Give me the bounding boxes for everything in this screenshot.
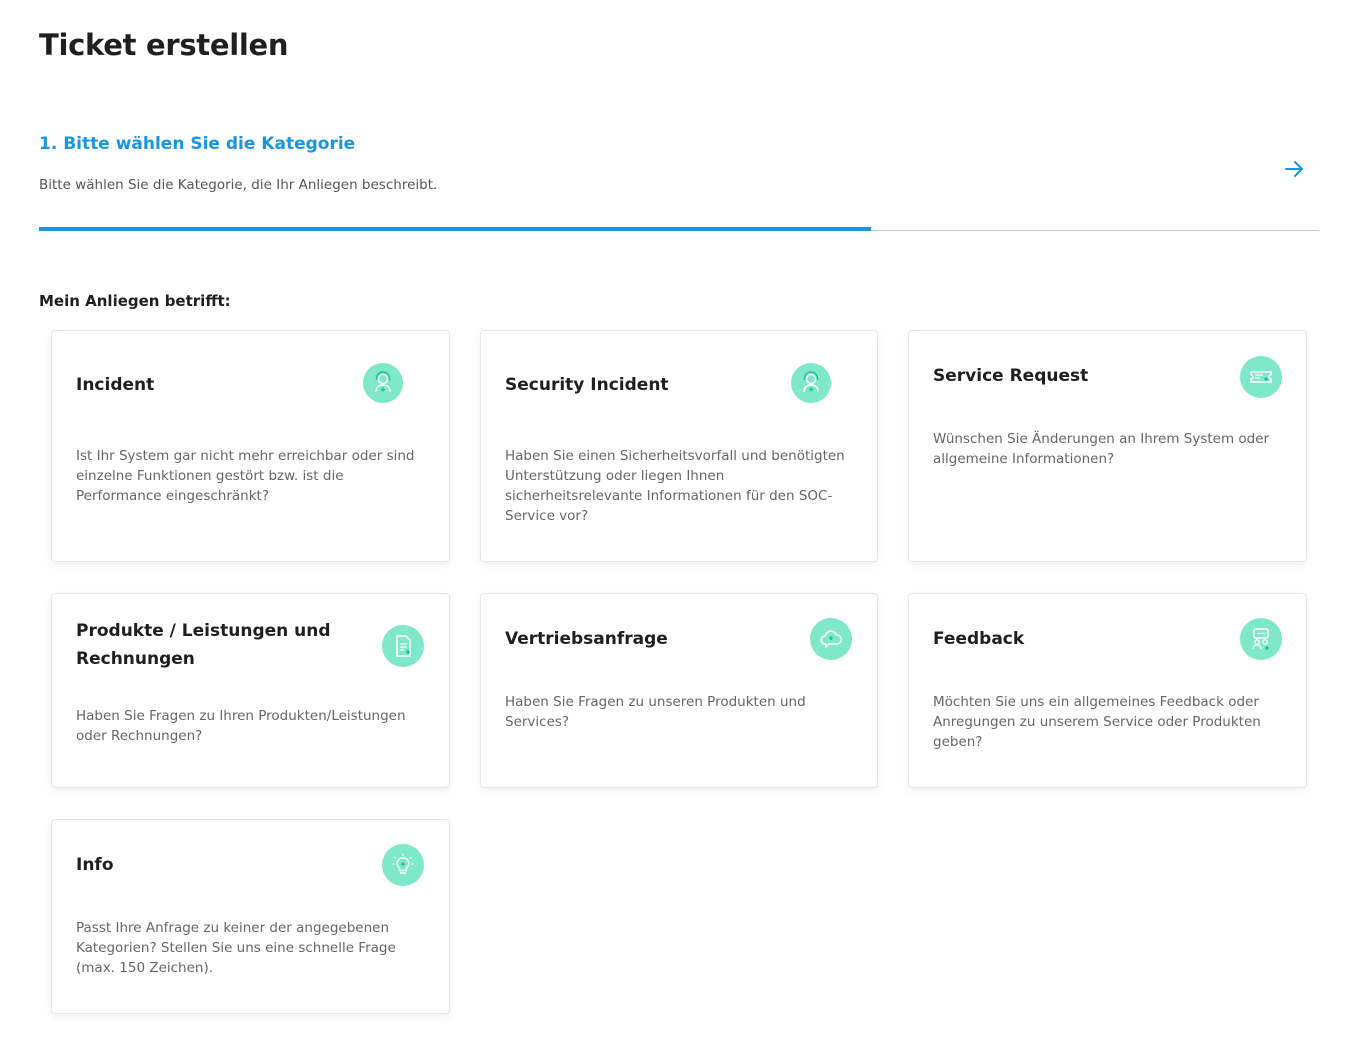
step-description: Bitte wählen Sie die Kategorie, die Ihr …: [39, 177, 438, 193]
card-description: Haben Sie Fragen zu Ihren Produkten/Leis…: [76, 708, 406, 744]
arrow-right-icon[interactable]: [1283, 158, 1305, 180]
card-description: Passt Ihre Anfrage zu keiner der angegeb…: [76, 920, 396, 976]
cloud-chat-icon: [810, 618, 852, 660]
card-description: Möchten Sie uns ein allgemeines Feedback…: [933, 694, 1261, 750]
page-title: Ticket erstellen: [39, 28, 289, 62]
document-icon: [382, 625, 424, 667]
category-card-security-incident[interactable]: Security Incident Haben Sie einen Sicher…: [480, 330, 878, 562]
support-agent-icon: [363, 363, 403, 403]
card-title: Produkte / Leistungen und Rechnungen: [76, 621, 331, 669]
card-title: Service Request: [933, 366, 1089, 386]
lightbulb-icon: [382, 844, 424, 886]
step-title: 1. Bitte wählen Sie die Kategorie: [39, 134, 356, 154]
card-description: Haben Sie Fragen zu unseren Produkten un…: [505, 694, 806, 730]
security-agent-icon: [791, 363, 831, 403]
section-label: Mein Anliegen betrifft:: [39, 292, 231, 310]
category-card-incident[interactable]: Incident Ist Ihr System gar nicht mehr e…: [51, 330, 450, 562]
ticket-icon: [1240, 356, 1282, 398]
card-description: Haben Sie einen Sicherheitsvorfall und b…: [505, 448, 845, 524]
card-title: Vertriebsanfrage: [505, 629, 668, 649]
category-card-service-request[interactable]: Service Request Wünschen Sie Änderungen …: [908, 330, 1307, 562]
step-header: 1. Bitte wählen Sie die Kategorie Bitte …: [39, 134, 1319, 232]
feedback-people-icon: [1240, 618, 1282, 660]
category-card-info[interactable]: Info Passt Ihre Anfrage zu keiner der an…: [51, 819, 450, 1014]
card-title: Incident: [76, 375, 155, 395]
card-title: Info: [76, 855, 114, 875]
category-card-vertriebsanfrage[interactable]: Vertriebsanfrage Haben Sie Fragen zu uns…: [480, 593, 878, 788]
card-title: Feedback: [933, 629, 1025, 649]
progress-fill: [39, 227, 871, 231]
category-card-feedback[interactable]: Feedback Möchten Sie uns ein allgemeines…: [908, 593, 1307, 788]
card-title: Security Incident: [505, 375, 669, 395]
card-description: Ist Ihr System gar nicht mehr erreichbar…: [76, 448, 415, 504]
category-card-produkte-leistungen-rechnungen[interactable]: Produkte / Leistungen und Rechnungen Hab…: [51, 593, 450, 788]
card-description: Wünschen Sie Änderungen an Ihrem System …: [933, 431, 1270, 467]
